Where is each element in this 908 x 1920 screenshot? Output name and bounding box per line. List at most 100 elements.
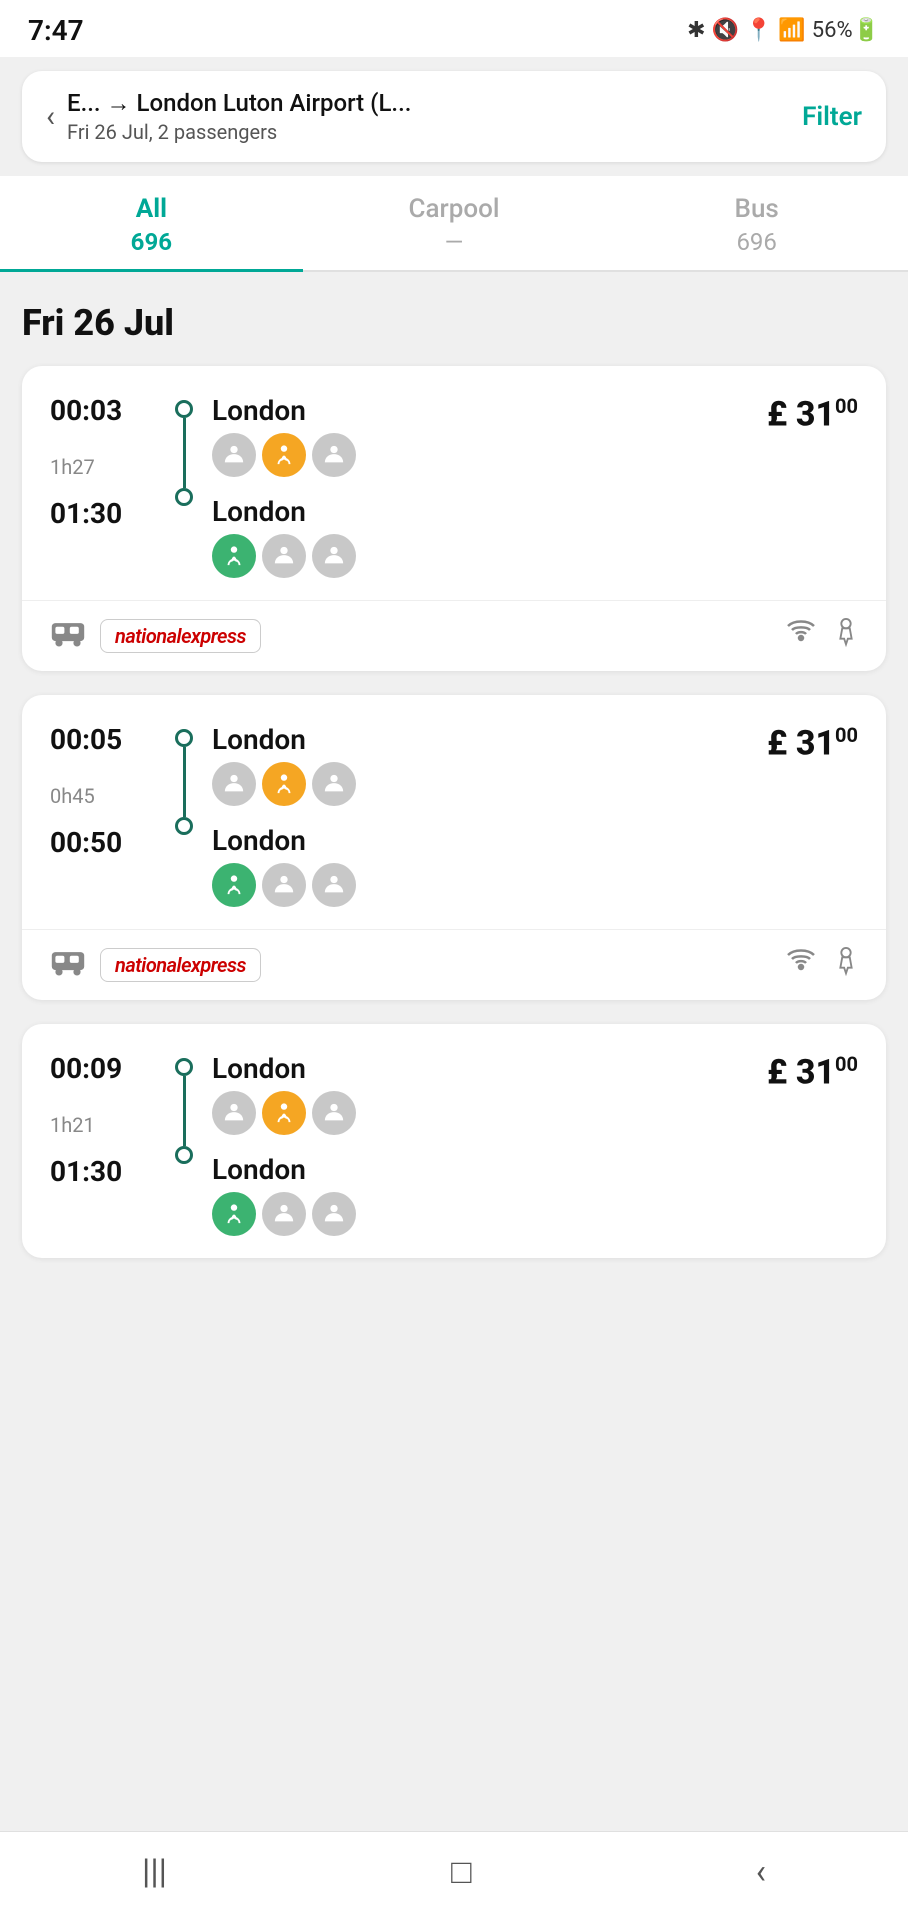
departure-pax-2	[212, 762, 356, 806]
main-content: Fri 26 Jul 00:03 1h27 01:30	[0, 272, 908, 1382]
pax-yellow-b	[262, 762, 306, 806]
departure-stop-block-1: London	[212, 394, 356, 477]
departure-dot-1	[175, 400, 193, 418]
departure-stop-name-3: London	[212, 1052, 356, 1085]
departure-pax-1	[212, 433, 356, 477]
wifi-icon-2	[786, 947, 816, 984]
pax-grey-c	[312, 762, 356, 806]
duration-3: 1h21	[50, 1113, 170, 1137]
departure-dot-2	[175, 729, 193, 747]
arrival-stop-name-1: London	[212, 495, 356, 528]
bottom-nav: ||| □ ‹	[0, 1831, 908, 1920]
search-bar[interactable]: ‹ E... → London Luton Airport (L... Fri …	[22, 71, 886, 162]
pax-grey-f	[312, 863, 356, 907]
time-col-2: 00:05 0h45 00:50	[50, 723, 170, 907]
timeline-col-3	[170, 1052, 198, 1236]
mute-icon: 🔇	[712, 18, 739, 43]
pax-yellow-h	[262, 1091, 306, 1135]
trip-card[interactable]: 00:03 1h27 01:30 London	[22, 366, 886, 671]
stops-col-3: London	[198, 1052, 356, 1236]
filter-button[interactable]: Filter	[802, 102, 862, 132]
departure-stop-name-1: London	[212, 394, 356, 427]
pax-grey-l	[312, 1192, 356, 1236]
time-col-1: 00:03 1h27 01:30	[50, 394, 170, 578]
tab-bus[interactable]: Bus 696	[605, 176, 908, 270]
trip-card-3[interactable]: 00:09 1h21 01:30 London	[22, 1024, 886, 1258]
trip-header-row-2: 00:05 0h45 00:50 London	[50, 723, 858, 907]
wifi-icon	[786, 618, 816, 655]
tab-carpool[interactable]: Carpool —	[303, 176, 606, 270]
pax-icon-green	[212, 534, 256, 578]
nav-menu-button[interactable]: |||	[142, 1852, 167, 1892]
timeline-line-2	[183, 747, 186, 817]
tab-carpool-label: Carpool	[313, 194, 596, 224]
arrival-stop-block-1: London	[212, 495, 356, 578]
search-info: E... → London Luton Airport (L... Fri 26…	[67, 89, 790, 144]
trip-header-row-3: 00:09 1h21 01:30 London	[50, 1052, 858, 1236]
pax-grey-k	[262, 1192, 306, 1236]
trip-footer-1: nationalexpress	[22, 600, 886, 671]
operator-badge-1: nationalexpress	[100, 619, 261, 653]
trip-schedule-3: 00:09 1h21 01:30 London	[50, 1052, 356, 1236]
bus-icon-2	[50, 946, 86, 984]
pax-grey-a	[212, 762, 256, 806]
trip-main-1: 00:03 1h27 01:30 London	[22, 366, 886, 600]
trip-schedule-2: 00:05 0h45 00:50 London	[50, 723, 356, 907]
arrival-dot-1	[175, 488, 193, 506]
arrival-dot-3	[175, 1146, 193, 1164]
trip-main-2: 00:05 0h45 00:50 London	[22, 695, 886, 929]
tab-all-count: 696	[10, 228, 293, 256]
tab-all-label: All	[10, 194, 293, 224]
arrival-stop-block-2: London	[212, 824, 356, 907]
wifi-signal-icon: 📶	[778, 18, 805, 43]
pax-icon-grey-2	[312, 433, 356, 477]
tab-all[interactable]: All 696	[0, 176, 303, 270]
back-button[interactable]: ‹	[46, 99, 55, 134]
operator-badge-2: nationalexpress	[100, 948, 261, 982]
trip-price-3: £ 3100	[767, 1052, 858, 1092]
toilet-icon	[834, 618, 858, 655]
arrival-stop-name-3: London	[212, 1153, 356, 1186]
departure-time-1: 00:03	[50, 394, 170, 427]
pax-green-d	[212, 863, 256, 907]
departure-stop-block-3: London	[212, 1052, 356, 1135]
time-col-3: 00:09 1h21 01:30	[50, 1052, 170, 1236]
arrival-dot-2	[175, 817, 193, 835]
status-bar: 7:47 ✱ 🔇 📍 📶 56%🔋	[0, 0, 908, 57]
stops-col-2: London	[198, 723, 356, 907]
tab-bus-count: 696	[615, 228, 898, 256]
battery-icon: 56%🔋	[812, 18, 880, 43]
status-icons: ✱ 🔇 📍 📶 56%🔋	[687, 18, 880, 43]
nav-back-button[interactable]: ‹	[756, 1852, 766, 1892]
arrival-pax-3	[212, 1192, 356, 1236]
pax-icon-grey-4	[312, 534, 356, 578]
timeline-col-1	[170, 394, 198, 578]
pax-grey-g	[212, 1091, 256, 1135]
arrival-time-1: 01:30	[50, 497, 170, 530]
operator-2: nationalexpress	[50, 946, 261, 984]
search-route: E... → London Luton Airport (L...	[67, 89, 790, 118]
tab-bar: All 696 Carpool — Bus 696	[0, 176, 908, 272]
tab-carpool-count: —	[313, 228, 596, 256]
search-details: Fri 26 Jul, 2 passengers	[67, 120, 790, 144]
trip-price-2: £ 3100	[767, 723, 858, 763]
trip-header-row-1: 00:03 1h27 01:30 London	[50, 394, 858, 578]
trip-main-3: 00:09 1h21 01:30 London	[22, 1024, 886, 1258]
tab-bus-label: Bus	[615, 194, 898, 224]
duration-2: 0h45	[50, 784, 170, 808]
trip-price-1: £ 3100	[767, 394, 858, 434]
arrival-time-2: 00:50	[50, 826, 170, 859]
arrival-time-3: 01:30	[50, 1155, 170, 1188]
trip-card-2[interactable]: 00:05 0h45 00:50 London	[22, 695, 886, 1000]
operator-1: nationalexpress	[50, 617, 261, 655]
departure-time-2: 00:05	[50, 723, 170, 756]
nav-home-button[interactable]: □	[451, 1852, 472, 1892]
toilet-icon-2	[834, 947, 858, 984]
timeline-col-2	[170, 723, 198, 907]
bus-icon	[50, 617, 86, 655]
departure-stop-name-2: London	[212, 723, 356, 756]
pax-grey-e	[262, 863, 306, 907]
arrival-pax-1	[212, 534, 356, 578]
status-time: 7:47	[28, 14, 84, 47]
arrival-pax-2	[212, 863, 356, 907]
